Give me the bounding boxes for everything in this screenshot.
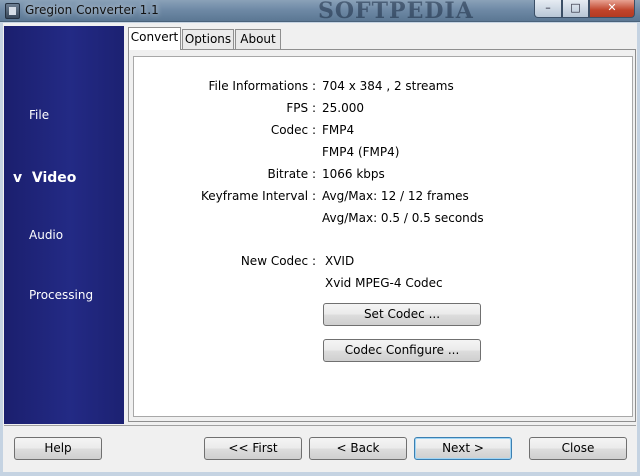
fps-label: FPS :	[286, 101, 316, 115]
close-window-button[interactable]: ✕	[589, 0, 635, 18]
codec-detail: FMP4 (FMP4)	[322, 145, 400, 159]
sidebar: File v Video Audio Processing	[4, 26, 124, 424]
sidebar-item-processing[interactable]: Processing	[29, 288, 93, 302]
keyframe-seconds-value: Avg/Max: 0.5 / 0.5 seconds	[322, 211, 484, 225]
bitrate-value: 1066 kbps	[322, 167, 385, 181]
fps-value: 25.000	[322, 101, 364, 115]
sidebar-item-file[interactable]: File	[29, 108, 49, 122]
client-area: File v Video Audio Processing Convert Op…	[3, 23, 637, 472]
new-codec-detail: Xvid MPEG-4 Codec	[325, 276, 443, 290]
new-codec-label: New Codec :	[240, 254, 316, 268]
sidebar-item-video[interactable]: v Video	[13, 170, 76, 186]
convert-page: File Informations : 704 x 384 , 2 stream…	[133, 56, 633, 417]
file-informations-value: 704 x 384 , 2 streams	[322, 79, 454, 93]
tab-options[interactable]: Options	[182, 29, 234, 49]
minimize-button[interactable]: –	[534, 0, 562, 18]
keyframe-frames-value: Avg/Max: 12 / 12 frames	[322, 189, 469, 203]
back-button[interactable]: < Back	[309, 437, 407, 460]
app-icon[interactable]	[5, 3, 20, 19]
tab-convert[interactable]: Convert	[128, 27, 181, 50]
codec-configure-button[interactable]: Codec Configure ...	[323, 339, 481, 362]
file-informations-label: File Informations :	[208, 79, 316, 93]
bitrate-label: Bitrate :	[267, 167, 316, 181]
codec-value: FMP4	[322, 123, 355, 137]
first-button[interactable]: << First	[204, 437, 302, 460]
help-button[interactable]: Help	[14, 437, 102, 460]
tab-about[interactable]: About	[235, 29, 281, 49]
keyframe-interval-label: Keyframe Interval :	[201, 189, 316, 203]
next-button[interactable]: Next >	[414, 437, 512, 460]
set-codec-button[interactable]: Set Codec ...	[323, 303, 481, 326]
watermark: SOFTPEDIA	[318, 0, 474, 24]
close-button[interactable]: Close	[529, 437, 627, 460]
sidebar-item-audio[interactable]: Audio	[29, 228, 63, 242]
tab-panel: File Informations : 704 x 384 , 2 stream…	[128, 49, 636, 422]
window-title: Gregion Converter 1.1	[25, 3, 159, 17]
window-frame: File v Video Audio Processing Convert Op…	[0, 22, 640, 476]
title-bar[interactable]: SOFTPEDIA Gregion Converter 1.1 – □ ✕	[0, 0, 640, 24]
maximize-button[interactable]: □	[562, 0, 589, 18]
codec-label: Codec :	[270, 123, 316, 137]
new-codec-value: XVID	[325, 254, 355, 268]
footer-divider	[4, 425, 636, 426]
